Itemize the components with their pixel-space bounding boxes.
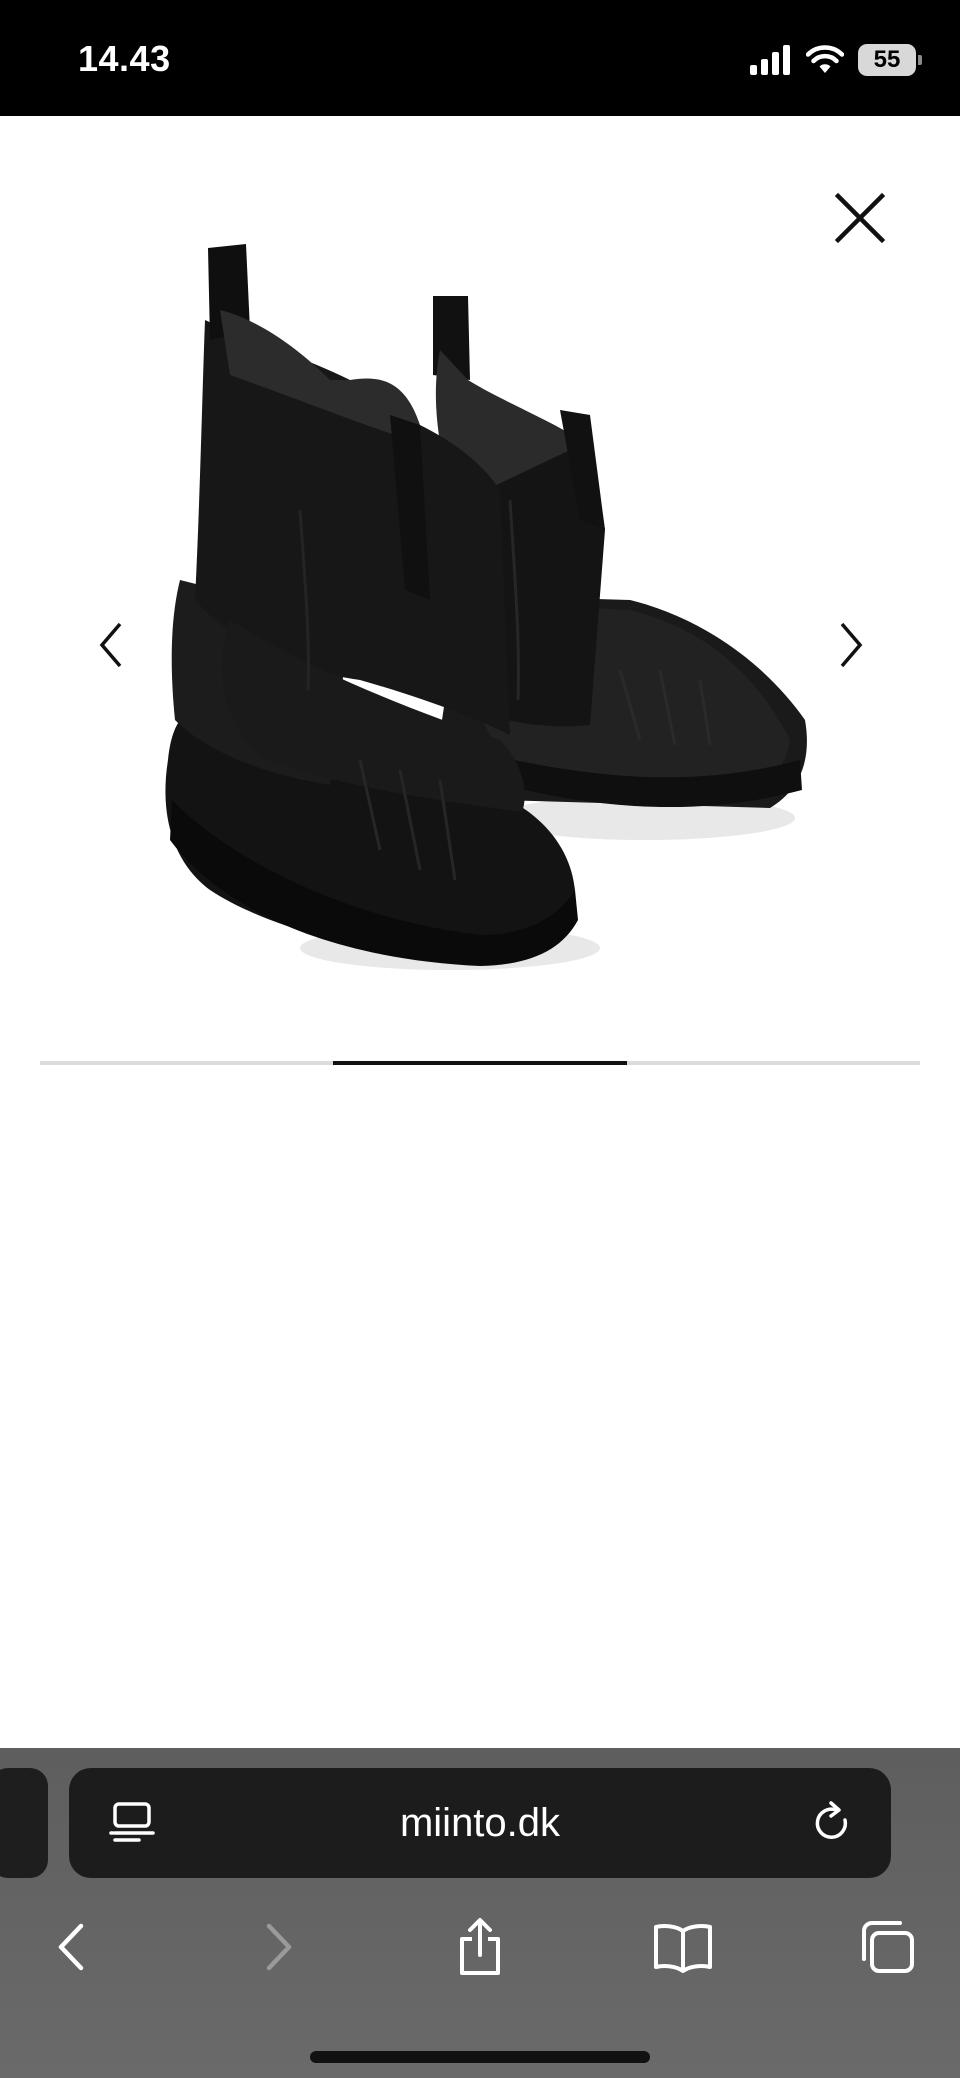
browser-toolbar — [0, 1888, 960, 1998]
gallery-progress-track — [40, 1061, 920, 1065]
browser-bottom-bar: miinto.dk — [0, 1748, 960, 2078]
gallery-progress-indicator — [333, 1061, 627, 1065]
previous-tab-preview[interactable] — [0, 1768, 48, 1878]
chevron-right-icon[interactable] — [826, 614, 878, 676]
cellular-signal-icon — [750, 45, 790, 75]
status-icons: 55 — [750, 42, 922, 78]
back-icon — [58, 1923, 84, 1971]
battery-level: 55 — [873, 46, 901, 73]
battery-tip — [918, 55, 922, 65]
reload-icon[interactable] — [809, 1800, 855, 1846]
url-text: miinto.dk — [399, 1801, 561, 1845]
forward-button[interactable] — [244, 1912, 314, 1982]
close-icon[interactable] — [824, 182, 896, 254]
tabs-icon — [862, 1921, 914, 1973]
chevron-left-icon[interactable] — [84, 614, 136, 676]
address-bar[interactable]: miinto.dk — [69, 1768, 891, 1878]
share-icon — [460, 1918, 500, 1975]
tabs-button[interactable] — [852, 1912, 922, 1982]
back-button[interactable] — [36, 1912, 106, 1982]
status-bar: 14.43 55 — [0, 0, 960, 116]
share-button[interactable] — [445, 1912, 515, 1982]
product-image — [165, 244, 807, 970]
home-indicator[interactable] — [310, 2051, 650, 2063]
battery-icon: 55 — [858, 44, 922, 76]
bookmarks-button[interactable] — [648, 1912, 718, 1982]
forward-icon — [266, 1923, 292, 1971]
status-time: 14.43 — [78, 38, 171, 79]
wifi-icon — [806, 45, 844, 73]
bookmarks-icon — [654, 1924, 712, 1973]
